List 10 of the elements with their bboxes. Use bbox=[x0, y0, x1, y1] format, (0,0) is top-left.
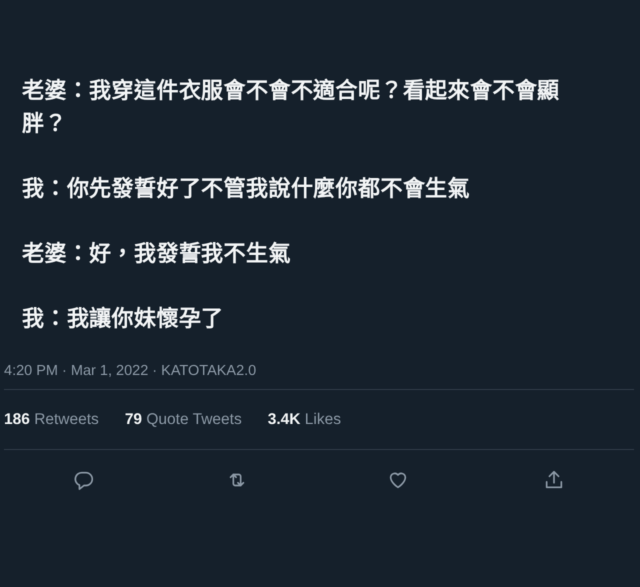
stat-link[interactable]: 79 Quote Tweets bbox=[124, 410, 242, 428]
tweet-paragraph: 老婆：好，我發誓我不生氣 bbox=[22, 240, 292, 268]
share-icon bbox=[543, 469, 565, 491]
tweet-paragraph: 我：你先發誓好了不管我說什麼你都不會生氣 bbox=[22, 175, 471, 203]
tweet-paragraph: 我：我讓你妹懷孕了 bbox=[22, 305, 225, 333]
tweet-timestamp: 4:20 PM · Mar 1, 2022 · KATOTAKA2.0 bbox=[4, 363, 256, 379]
stat-link[interactable]: 186 Retweets bbox=[4, 410, 99, 428]
stat-link[interactable]: 3.4K Likes bbox=[268, 410, 341, 428]
tweet-paragraph: 老婆：我穿這件衣服會不會不適合呢？看起來會不會顯胖？ bbox=[22, 77, 561, 138]
reply-icon bbox=[73, 469, 95, 491]
